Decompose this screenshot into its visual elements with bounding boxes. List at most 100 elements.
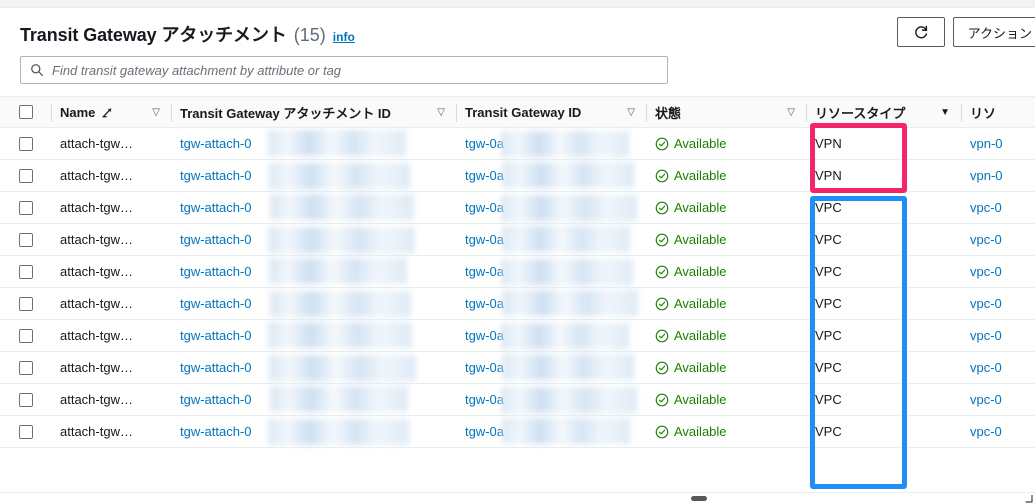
actions-button[interactable]: アクション [952,17,1035,47]
row-checkbox[interactable] [19,168,33,183]
resource-id-link[interactable]: vpc-0 [970,424,1002,439]
check-circle-icon [655,425,669,438]
check-circle-icon [655,393,669,406]
attachment-id-link[interactable]: tgw-attach-0 [180,168,252,183]
table-row[interactable]: attach-tgw… tgw-attach-0 tgw-0a Availabl… [0,128,1035,160]
tgw-id-link[interactable]: tgw-0a [465,136,504,151]
table-row[interactable]: attach-tgw… tgw-attach-0 tgw-0a Availabl… [0,160,1035,192]
redaction-blur [501,195,637,221]
column-header-resource-type[interactable]: リソースタイプ ▼ [807,97,962,127]
cell-state-text: Available [674,232,727,247]
cell-name: attach-tgw… [52,192,172,223]
redaction-blur [268,130,406,156]
attachment-id-link[interactable]: tgw-attach-0 [180,136,252,151]
row-checkbox[interactable] [19,232,33,247]
resource-id-link[interactable]: vpc-0 [970,392,1002,407]
column-sort-state[interactable]: ▽ [787,107,795,118]
resource-id-link[interactable]: vpc-0 [970,232,1002,247]
cell-name-text: attach-tgw… [60,232,133,247]
attachment-id-link[interactable]: tgw-attach-0 [180,232,252,247]
redaction-blur [501,323,629,349]
cell-resource-id: vpc-0 [962,384,1035,415]
resource-id-link[interactable]: vpc-0 [970,296,1002,311]
cell-state: Available [647,320,807,351]
aws-transit-gateway-attachments-screen: Transit Gateway アタッチメント (15) info アクション [0,0,1035,504]
column-sort-name[interactable]: ▽ [152,107,160,118]
tgw-id-link[interactable]: tgw-0a [465,296,504,311]
attachment-id-link[interactable]: tgw-attach-0 [180,392,252,407]
check-circle-icon [655,297,669,310]
cell-resource-type-text: VPC [815,296,842,311]
cell-tgw-id: tgw-0a [457,160,647,191]
tgw-id-link[interactable]: tgw-0a [465,328,504,343]
row-checkbox[interactable] [19,360,33,375]
resource-id-link[interactable]: vpc-0 [970,360,1002,375]
column-header-state[interactable]: 状態 ▽ [647,97,807,127]
table-row[interactable]: attach-tgw… tgw-attach-0 tgw-0a Availabl… [0,224,1035,256]
table-row[interactable]: attach-tgw… tgw-attach-0 tgw-0a Availabl… [0,352,1035,384]
redaction-blur [501,131,629,157]
info-link[interactable]: info [333,30,355,44]
redaction-blur [502,354,634,380]
tgw-id-link[interactable]: tgw-0a [465,200,504,215]
column-header-name[interactable]: Name ▽ [52,97,172,127]
row-checkbox[interactable] [19,264,33,279]
table-row[interactable]: attach-tgw… tgw-attach-0 tgw-0a Availabl… [0,192,1035,224]
cell-state: Available [647,160,807,191]
column-header-resource-id[interactable]: リソ [962,97,1035,127]
resource-id-link[interactable]: vpc-0 [970,264,1002,279]
redaction-blur [270,291,411,317]
resource-id-link[interactable]: vpc-0 [970,328,1002,343]
tgw-id-link[interactable]: tgw-0a [465,392,504,407]
resource-id-link[interactable]: vpn-0 [970,136,1003,151]
redaction-blur [269,258,407,284]
check-circle-icon [655,233,669,246]
attachment-id-link[interactable]: tgw-attach-0 [180,424,252,439]
column-header-tgw-id[interactable]: Transit Gateway ID ▽ [457,97,647,127]
resource-id-link[interactable]: vpc-0 [970,200,1002,215]
attachment-id-link[interactable]: tgw-attach-0 [180,200,252,215]
search-input[interactable]: Find transit gateway attachment by attri… [20,56,668,84]
tgw-id-link[interactable]: tgw-0a [465,264,504,279]
row-select-cell [0,352,52,383]
row-checkbox[interactable] [19,392,33,407]
column-header-state-label: 状態 [655,105,682,121]
panel-header: Transit Gateway アタッチメント (15) info アクション [0,8,1035,54]
horizontal-scrollbar[interactable] [0,492,1035,504]
horizontal-scrollbar-thumb[interactable] [691,496,707,501]
column-sort-attachment-id[interactable]: ▽ [437,107,445,118]
cell-resource-type-text: VPN [815,136,842,151]
column-header-attachment-id[interactable]: Transit Gateway アタッチメント ID ▽ [172,97,457,127]
attachment-id-link[interactable]: tgw-attach-0 [180,360,252,375]
tgw-id-link[interactable]: tgw-0a [465,232,504,247]
table-row[interactable]: attach-tgw… tgw-attach-0 tgw-0a Availabl… [0,288,1035,320]
resource-id-link[interactable]: vpn-0 [970,168,1003,183]
row-checkbox[interactable] [19,328,33,343]
attachment-id-link[interactable]: tgw-attach-0 [180,296,252,311]
cell-name: attach-tgw… [52,288,172,319]
cell-resource-type: VPC [807,352,962,383]
tgw-id-link[interactable]: tgw-0a [465,168,504,183]
attachment-id-link[interactable]: tgw-attach-0 [180,328,252,343]
refresh-button[interactable] [896,17,945,47]
row-checkbox[interactable] [19,424,33,439]
table-row[interactable]: attach-tgw… tgw-attach-0 tgw-0a Availabl… [0,416,1035,448]
column-sort-resource-type[interactable]: ▼ [940,107,950,118]
cell-state: Available [647,192,807,223]
column-header-resource-id-label: リソ [970,105,997,121]
tgw-id-link[interactable]: tgw-0a [465,424,504,439]
cell-attachment-id: tgw-attach-0 [172,352,457,383]
table-row[interactable]: attach-tgw… tgw-attach-0 tgw-0a Availabl… [0,384,1035,416]
select-all-checkbox[interactable] [19,105,33,119]
table-row[interactable]: attach-tgw… tgw-attach-0 tgw-0a Availabl… [0,256,1035,288]
row-checkbox[interactable] [19,200,33,215]
row-checkbox[interactable] [19,296,33,311]
tgw-id-link[interactable]: tgw-0a [465,360,504,375]
column-sort-tgw-id[interactable]: ▽ [627,107,635,118]
redaction-blur [501,259,633,285]
table-row[interactable]: attach-tgw… tgw-attach-0 tgw-0a Availabl… [0,320,1035,352]
edit-pencil-icon[interactable] [101,106,114,119]
attachment-id-link[interactable]: tgw-attach-0 [180,264,252,279]
row-checkbox[interactable] [19,136,33,151]
row-select-cell [0,192,52,223]
